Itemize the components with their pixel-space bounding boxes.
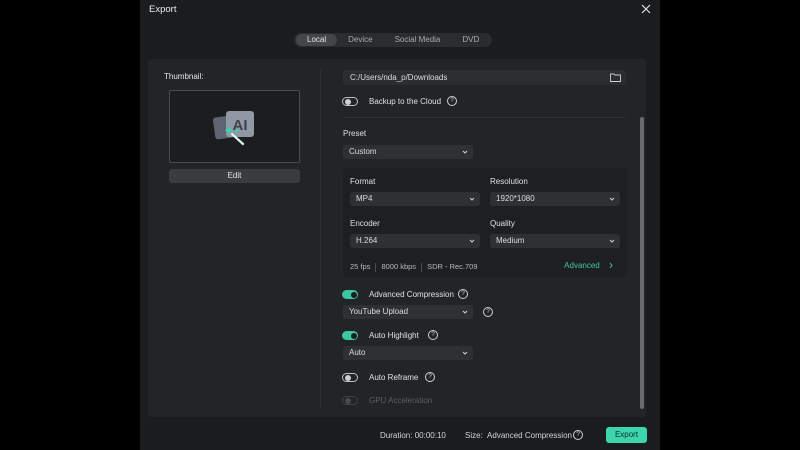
quality-label: Quality bbox=[490, 219, 515, 228]
export-settings-panel: Thumbnail: AI Edit C:/Users/nda_p/Downlo… bbox=[148, 59, 646, 417]
gpu-acceleration-toggle bbox=[342, 396, 358, 405]
advanced-settings-link[interactable]: Advanced bbox=[564, 261, 614, 270]
resolution-label: Resolution bbox=[490, 177, 528, 186]
tab-local[interactable]: Local bbox=[296, 34, 338, 46]
tab-dvd[interactable]: DVD bbox=[451, 34, 490, 46]
thumbnail-preview[interactable]: AI bbox=[169, 90, 300, 163]
chevron-down-icon bbox=[609, 239, 615, 243]
auto-highlight-toggle[interactable] bbox=[342, 331, 358, 340]
tab-social-media[interactable]: Social Media bbox=[384, 34, 452, 46]
fps-value: 25 fps bbox=[350, 262, 371, 271]
folder-icon[interactable] bbox=[610, 73, 621, 82]
panel-divider bbox=[320, 69, 321, 407]
backup-cloud-label: Backup to the Cloud bbox=[369, 97, 442, 106]
preset-value: Custom bbox=[349, 147, 377, 156]
auto-highlight-label: Auto Highlight bbox=[369, 331, 419, 340]
auto-highlight-select[interactable]: Auto bbox=[343, 346, 473, 360]
edit-thumbnail-button[interactable]: Edit bbox=[169, 169, 300, 183]
advanced-label: Advanced bbox=[564, 261, 600, 270]
auto-reframe-toggle[interactable] bbox=[342, 373, 358, 382]
dialog-title: Export bbox=[149, 4, 177, 15]
gpu-acceleration-label: GPU Acceleration bbox=[369, 396, 433, 405]
tab-device[interactable]: Device bbox=[337, 34, 383, 46]
chevron-right-icon bbox=[609, 263, 613, 269]
resolution-value: 1920*1080 bbox=[496, 194, 535, 203]
auto-reframe-label: Auto Reframe bbox=[369, 373, 419, 382]
save-path-field[interactable]: C:/Users/nda_p/Downloads bbox=[343, 70, 626, 85]
export-tabs: Local Device Social Media DVD bbox=[294, 33, 493, 47]
bitrate-value: 8000 kbps bbox=[381, 262, 417, 271]
settings-summary: 25 fps 8000 kbps SDR - Rec.709 bbox=[350, 262, 478, 272]
video-settings-box: Format MP4 Resolution 1920*1080 Encoder … bbox=[343, 168, 626, 277]
thumbnail-label: Thumbnail: bbox=[164, 72, 204, 81]
format-label: Format bbox=[350, 177, 376, 186]
chevron-down-icon bbox=[469, 239, 475, 243]
size-help-icon[interactable]: ? bbox=[573, 430, 583, 440]
format-select[interactable]: MP4 bbox=[350, 192, 480, 206]
duration-info: Duration: 00:00:10 bbox=[380, 431, 446, 440]
format-value: MP4 bbox=[356, 194, 373, 203]
compression-preset-select[interactable]: YouTube Upload bbox=[343, 305, 473, 319]
encoder-select[interactable]: H.264 bbox=[350, 234, 480, 248]
compression-help-icon[interactable]: ? bbox=[458, 289, 468, 299]
chevron-down-icon bbox=[462, 310, 468, 314]
export-button[interactable]: Export bbox=[606, 427, 647, 443]
chevron-down-icon bbox=[469, 197, 475, 201]
size-label: Size: bbox=[465, 431, 483, 440]
thumbnail-ai-text: AI bbox=[232, 117, 247, 134]
preset-label: Preset bbox=[343, 129, 367, 138]
settings-scrollbar[interactable] bbox=[640, 117, 644, 409]
quality-value: Medium bbox=[496, 236, 525, 245]
resolution-select[interactable]: 1920*1080 bbox=[490, 192, 620, 206]
size-info: Size: Advanced Compression bbox=[465, 431, 572, 440]
compression-preset-help-icon[interactable]: ? bbox=[483, 307, 493, 317]
quality-select[interactable]: Medium bbox=[490, 234, 620, 248]
chevron-down-icon bbox=[609, 197, 615, 201]
export-dialog: Export Local Device Social Media DVD Thu… bbox=[140, 0, 660, 450]
duration-label: Duration: bbox=[380, 431, 413, 440]
backup-help-icon[interactable]: ? bbox=[447, 96, 457, 106]
auto-highlight-value: Auto bbox=[349, 348, 366, 357]
encoder-value: H.264 bbox=[356, 236, 378, 245]
save-path-value: C:/Users/nda_p/Downloads bbox=[350, 73, 448, 82]
preset-select[interactable]: Custom bbox=[343, 145, 473, 159]
advanced-compression-toggle[interactable] bbox=[342, 290, 358, 299]
auto-highlight-help-icon[interactable]: ? bbox=[428, 330, 438, 340]
chevron-down-icon bbox=[462, 150, 468, 154]
section-divider bbox=[343, 117, 626, 118]
backup-cloud-toggle[interactable] bbox=[342, 97, 358, 106]
duration-value: 00:00:10 bbox=[414, 431, 446, 440]
encoder-label: Encoder bbox=[350, 219, 380, 228]
compression-preset-value: YouTube Upload bbox=[349, 307, 409, 316]
auto-reframe-help-icon[interactable]: ? bbox=[425, 372, 435, 382]
color-space-value: SDR - Rec.709 bbox=[427, 262, 478, 271]
chevron-down-icon bbox=[462, 351, 468, 355]
close-icon[interactable] bbox=[640, 3, 652, 15]
ai-thumbnail-icon: AI bbox=[212, 110, 254, 145]
size-value: Advanced Compression bbox=[487, 431, 572, 440]
advanced-compression-label: Advanced Compression bbox=[369, 290, 454, 299]
